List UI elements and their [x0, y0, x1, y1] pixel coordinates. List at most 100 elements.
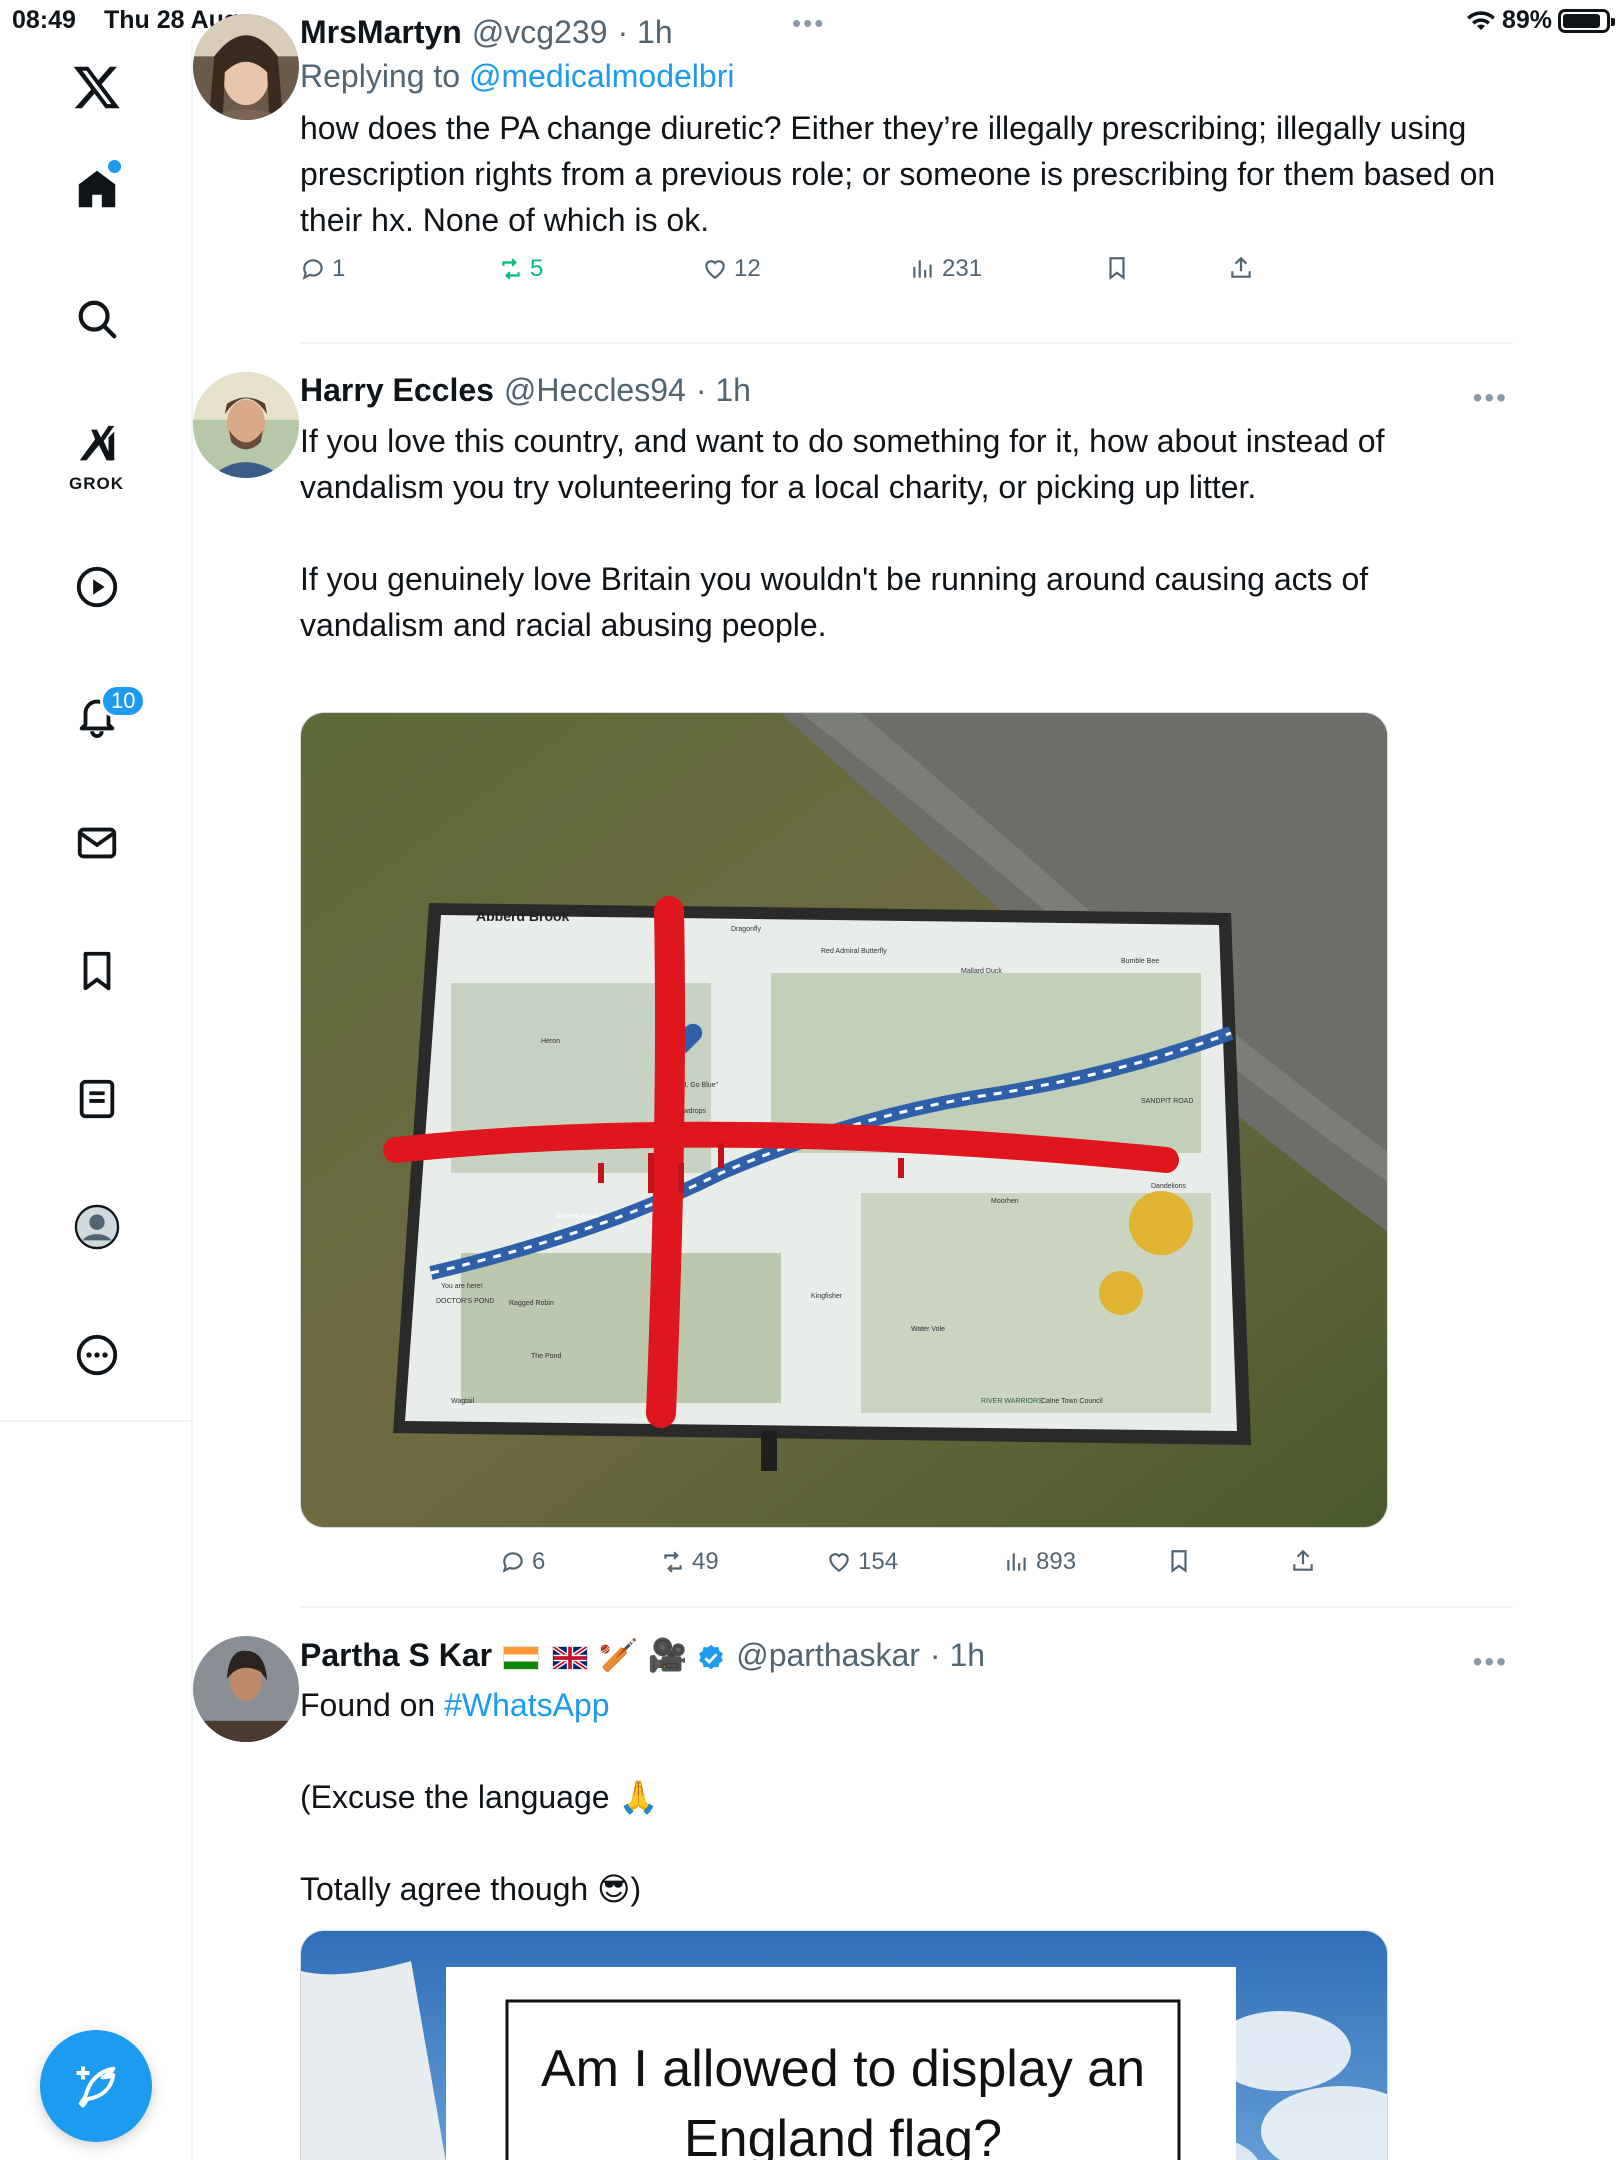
board-label: Mallard Duck [961, 968, 1002, 975]
list-icon [79, 1079, 114, 1119]
share-button[interactable] [1228, 255, 1254, 281]
compose-icon [76, 2066, 116, 2108]
avatar[interactable] [193, 1636, 299, 1742]
tweet-partha-s-kar[interactable]: Partha S Kar 🏏 🎥 @parthaskar · 1h ••• Fo… [193, 1636, 1508, 1912]
like-button[interactable]: 154 [826, 1548, 898, 1576]
cricket-camera-emoji: 🏏 🎥 [598, 1637, 688, 1673]
more-options-icon[interactable]: ••• [1473, 1646, 1508, 1678]
tweet-harry-eccles[interactable]: Harry Eccles @Heccles94 · 1h ••• If you … [193, 372, 1508, 648]
board-label: RIVER WARRIORS [981, 1398, 1043, 1405]
notification-badge: 10 [100, 684, 147, 718]
author-name[interactable]: Harry Eccles [300, 372, 494, 409]
vandalised-map-board-photo: Abberd Brook Heron Snowdrops Dragonfly R… [301, 713, 1387, 1527]
mail-icon [77, 827, 116, 859]
views-button[interactable]: 231 [910, 255, 982, 283]
grok-label: GROK [69, 474, 124, 493]
sidebar-item-notifications[interactable]: 10 [0, 684, 193, 738]
replying-prefix: Replying to [300, 58, 469, 94]
avatar[interactable] [193, 372, 299, 478]
x-logo[interactable] [0, 62, 193, 112]
profile-avatar-icon [74, 1204, 119, 1250]
reply-icon [502, 1552, 523, 1573]
sidebar-item-videos[interactable] [0, 564, 193, 610]
board-label: Heron [541, 1038, 560, 1045]
views-button[interactable]: 893 [1004, 1548, 1076, 1576]
author-handle[interactable]: @vcg239 [472, 14, 608, 51]
board-label: Red Admiral Butterfly [821, 948, 887, 955]
sidebar-item-grok[interactable]: GROK [0, 422, 193, 493]
more-options-icon[interactable]: ••• [1473, 382, 1508, 414]
tweet-time[interactable]: · 1h [617, 14, 672, 51]
board-label: Kingfisher [811, 1293, 843, 1300]
bookmark-button[interactable] [1104, 255, 1130, 281]
replying-to: Replying to @medicalmodelbri [300, 58, 1508, 95]
sidebar-item-lists[interactable] [0, 1076, 193, 1122]
repost-button[interactable]: 5 [498, 255, 543, 283]
tweet-text-prefix: Found on [300, 1687, 445, 1723]
author-name[interactable]: MrsMartyn [300, 14, 462, 51]
search-icon [78, 300, 116, 339]
author-handle[interactable]: @parthaskar [736, 1637, 920, 1674]
reply-button[interactable]: 6 [500, 1548, 545, 1576]
sidebar-nav: GROK 10 [0, 40, 193, 2160]
tweet-separator [300, 342, 1513, 344]
bookmark-icon [1171, 1550, 1187, 1573]
board-label: You are here! [441, 1283, 483, 1290]
tweet-text: If you love this country, and want to do… [300, 423, 1385, 643]
sidebar-item-messages[interactable] [0, 820, 193, 866]
view-count: 231 [942, 255, 983, 282]
tweet-text-rest: (Excuse the language 🙏 Totally agree tho… [300, 1779, 659, 1907]
sidebar-item-more[interactable] [0, 1332, 193, 1378]
sidebar-item-home[interactable] [0, 160, 193, 212]
author-name-text: Partha S Kar [300, 1637, 493, 1673]
tweet-image[interactable]: Abberd Brook Heron Snowdrops Dragonfly R… [300, 712, 1388, 1528]
share-button[interactable] [1290, 1548, 1316, 1574]
sign-text-line1: Am I allowed to display an [541, 2040, 1145, 2098]
board-label: Bumble Bee [1121, 958, 1159, 965]
tweet-actions: 6 49 154 893 [500, 1548, 1620, 1588]
avatar[interactable] [193, 14, 299, 120]
reply-count: 1 [332, 255, 346, 282]
reply-button[interactable]: 1 [300, 255, 345, 283]
sidebar-item-search[interactable] [0, 296, 193, 342]
reply-count: 6 [532, 1548, 546, 1575]
repost-icon [502, 258, 520, 280]
like-count: 154 [858, 1548, 899, 1575]
sidebar-divider [0, 1420, 193, 1422]
timeline-feed[interactable]: MrsMartyn @vcg239 · 1h Replying to @medi… [193, 0, 1620, 2160]
board-label: Calne Town Council [1041, 1398, 1103, 1405]
tweet-image[interactable]: Am I allowed to display an England flag? [300, 1930, 1388, 2160]
board-title: Abberd Brook [476, 908, 570, 924]
sidebar-item-bookmarks[interactable] [0, 948, 193, 994]
tweet-time[interactable]: · 1h [930, 1637, 985, 1674]
bookmark-icon [1109, 257, 1125, 280]
tweet-text: how does the PA change diuretic? Either … [300, 110, 1505, 238]
board-label: Moorhen [991, 1198, 1019, 1205]
heart-icon [829, 1553, 849, 1572]
view-count: 893 [1036, 1548, 1077, 1575]
sidebar-item-profile[interactable] [0, 1204, 193, 1250]
bookmark-button[interactable] [1166, 1548, 1192, 1574]
board-label: Water Vole [911, 1326, 945, 1333]
board-label: SANDPIT ROAD [1141, 1098, 1193, 1105]
status-time: 08:49 [12, 6, 76, 34]
repost-button[interactable]: 49 [660, 1548, 719, 1576]
heart-icon [705, 260, 725, 279]
author-name[interactable]: Partha S Kar 🏏 🎥 [300, 1636, 726, 1674]
hashtag-link[interactable]: #WhatsApp [444, 1687, 609, 1723]
repost-count: 5 [530, 255, 544, 282]
tweet-time[interactable]: · 1h [696, 372, 751, 409]
like-count: 12 [734, 255, 761, 282]
reply-target-link[interactable]: @medicalmodelbri [469, 58, 734, 94]
share-icon [1231, 256, 1251, 278]
repost-icon [664, 1551, 682, 1573]
like-button[interactable]: 12 [702, 255, 761, 283]
board-label: The Pond [531, 1353, 561, 1360]
sign-text-line2: England flag? [684, 2110, 1002, 2160]
tweet-text: Found on #WhatsApp (Excuse the language … [300, 1682, 1508, 1912]
compose-button[interactable] [40, 2030, 152, 2142]
verified-badge-icon [699, 1644, 724, 1669]
author-handle[interactable]: @Heccles94 [504, 372, 686, 409]
india-flag-icon [502, 1645, 539, 1670]
tweet-mrsmartyn[interactable]: MrsMartyn @vcg239 · 1h Replying to @medi… [193, 14, 1508, 295]
